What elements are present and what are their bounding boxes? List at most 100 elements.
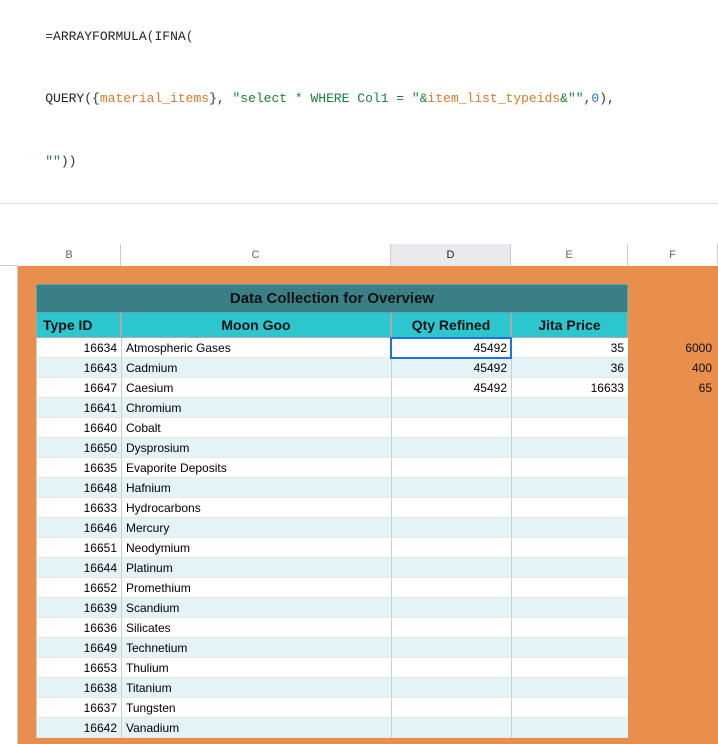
cell-extra[interactable]: 400: [628, 358, 718, 378]
cell-name[interactable]: Vanadium: [121, 718, 391, 738]
cell-price[interactable]: [511, 458, 628, 478]
cell-extra[interactable]: [628, 578, 718, 598]
cell-qty[interactable]: [391, 418, 511, 438]
cell-typeid[interactable]: 16653: [36, 658, 121, 678]
cell-price[interactable]: [511, 678, 628, 698]
cell-typeid[interactable]: 16651: [36, 538, 121, 558]
cell-qty[interactable]: [391, 578, 511, 598]
cell-name[interactable]: Technetium: [121, 638, 391, 658]
cell-qty[interactable]: 45492: [391, 378, 511, 398]
cell-name[interactable]: Cadmium: [121, 358, 391, 378]
cell-name[interactable]: Mercury: [121, 518, 391, 538]
cell-price[interactable]: [511, 618, 628, 638]
cell-name[interactable]: Promethium: [121, 578, 391, 598]
cell-typeid[interactable]: 16647: [36, 378, 121, 398]
cell-name[interactable]: Dysprosium: [121, 438, 391, 458]
cell-price[interactable]: [511, 578, 628, 598]
cell-qty[interactable]: [391, 598, 511, 618]
col-header-b[interactable]: B: [18, 244, 121, 266]
cell-extra[interactable]: [628, 718, 718, 738]
header-jita-price[interactable]: Jita Price: [511, 313, 628, 338]
cell-qty[interactable]: [391, 698, 511, 718]
cell-price[interactable]: [511, 598, 628, 618]
cell-qty[interactable]: [391, 558, 511, 578]
cell-name[interactable]: Chromium: [121, 398, 391, 418]
cell-extra[interactable]: [628, 698, 718, 718]
cell-extra[interactable]: [628, 598, 718, 618]
cell-name[interactable]: Evaporite Deposits: [121, 458, 391, 478]
cell-price[interactable]: [511, 698, 628, 718]
cell-name[interactable]: Thulium: [121, 658, 391, 678]
cell-typeid[interactable]: 16643: [36, 358, 121, 378]
cell-extra[interactable]: [628, 398, 718, 418]
cell-extra[interactable]: [628, 558, 718, 578]
cell-name[interactable]: Caesium: [121, 378, 391, 398]
cell-typeid[interactable]: 16640: [36, 418, 121, 438]
cell-typeid[interactable]: 16639: [36, 598, 121, 618]
col-header-f[interactable]: F: [628, 244, 718, 266]
header-typeid[interactable]: Type ID: [36, 313, 121, 338]
cell-price[interactable]: 36: [511, 358, 628, 378]
cell-qty[interactable]: [391, 618, 511, 638]
header-qty-refined[interactable]: Qty Refined: [391, 313, 511, 338]
cell-qty[interactable]: 45492: [391, 358, 511, 378]
cell-price[interactable]: [511, 478, 628, 498]
cell-price[interactable]: 35: [511, 338, 628, 358]
cell-extra[interactable]: [628, 518, 718, 538]
cell-name[interactable]: Titanium: [121, 678, 391, 698]
cell-extra[interactable]: [628, 678, 718, 698]
col-header-d[interactable]: D: [391, 244, 511, 266]
cell-typeid[interactable]: 16648: [36, 478, 121, 498]
cell-qty[interactable]: [391, 458, 511, 478]
cell-price[interactable]: [511, 558, 628, 578]
cell-qty[interactable]: [391, 518, 511, 538]
cell-qty[interactable]: [391, 638, 511, 658]
cell-name[interactable]: Tungsten: [121, 698, 391, 718]
col-header-e[interactable]: E: [511, 244, 628, 266]
cell-extra[interactable]: [628, 638, 718, 658]
cell-typeid[interactable]: 16636: [36, 618, 121, 638]
cell-typeid[interactable]: 16650: [36, 438, 121, 458]
cell-extra[interactable]: [628, 658, 718, 678]
cell-price[interactable]: [511, 438, 628, 458]
header-moon-goo[interactable]: Moon Goo: [121, 313, 391, 338]
cell-qty[interactable]: [391, 478, 511, 498]
cell-qty[interactable]: [391, 658, 511, 678]
cell-typeid[interactable]: 16637: [36, 698, 121, 718]
cell-name[interactable]: Atmospheric Gases: [121, 338, 391, 358]
cell-name[interactable]: Neodymium: [121, 538, 391, 558]
cell-name[interactable]: Hydrocarbons: [121, 498, 391, 518]
cell-typeid[interactable]: 16633: [36, 498, 121, 518]
cell-name[interactable]: Silicates: [121, 618, 391, 638]
cell-qty[interactable]: [391, 438, 511, 458]
cell-extra[interactable]: [628, 478, 718, 498]
cell-name[interactable]: Platinum: [121, 558, 391, 578]
formula-bar[interactable]: =ARRAYFORMULA(IFNA( QUERY({material_item…: [0, 0, 718, 204]
cell-typeid[interactable]: 16635: [36, 458, 121, 478]
cell-price[interactable]: 16633: [511, 378, 628, 398]
cell-typeid[interactable]: 16646: [36, 518, 121, 538]
cell-price[interactable]: [511, 658, 628, 678]
cell-extra[interactable]: [628, 458, 718, 478]
cell-extra[interactable]: [628, 438, 718, 458]
cell-typeid[interactable]: 16642: [36, 718, 121, 738]
cell-typeid[interactable]: 16638: [36, 678, 121, 698]
sheet-body[interactable]: Data Collection for Overview Type ID Moo…: [18, 266, 718, 744]
cell-name[interactable]: Hafnium: [121, 478, 391, 498]
cell-name[interactable]: Scandium: [121, 598, 391, 618]
cell-qty[interactable]: [391, 398, 511, 418]
cell-price[interactable]: [511, 498, 628, 518]
cell-typeid[interactable]: 16652: [36, 578, 121, 598]
cell-extra[interactable]: [628, 498, 718, 518]
cell-typeid[interactable]: 16641: [36, 398, 121, 418]
cell-extra[interactable]: 6000: [628, 338, 718, 358]
cell-price[interactable]: [511, 398, 628, 418]
cell-extra[interactable]: 65: [628, 378, 718, 398]
cell-qty[interactable]: 45492: [391, 338, 511, 358]
cell-typeid[interactable]: 16644: [36, 558, 121, 578]
cell-typeid[interactable]: 16649: [36, 638, 121, 658]
cell-price[interactable]: [511, 518, 628, 538]
cell-qty[interactable]: [391, 498, 511, 518]
col-header-c[interactable]: C: [121, 244, 391, 266]
cell-name[interactable]: Cobalt: [121, 418, 391, 438]
